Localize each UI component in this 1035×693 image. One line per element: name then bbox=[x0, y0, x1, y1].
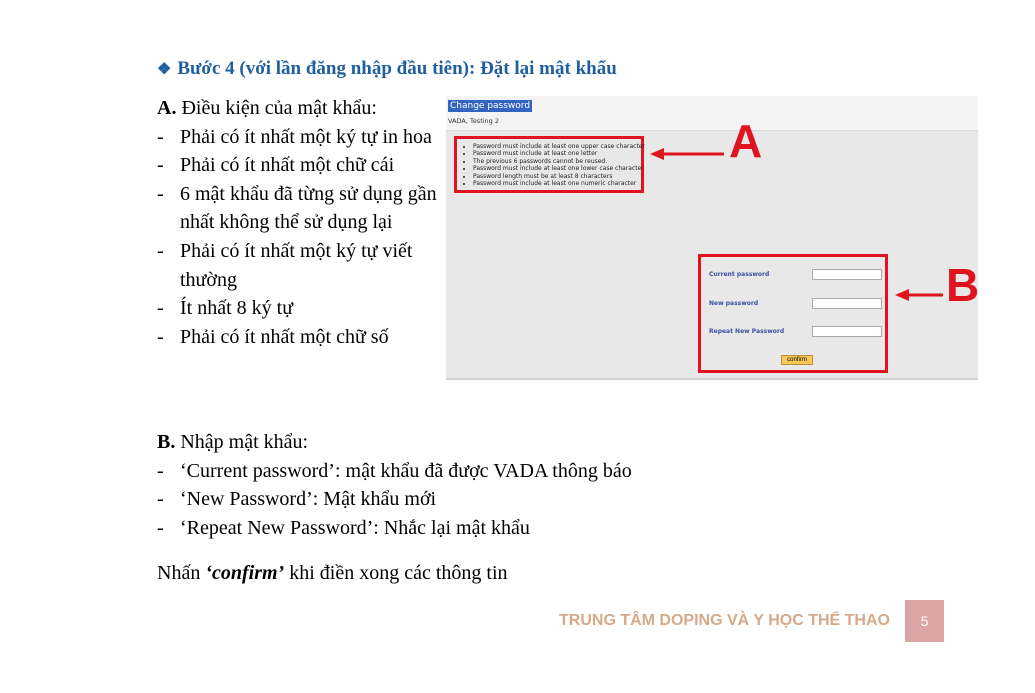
repeat-password-label: Repeat New Password bbox=[709, 328, 785, 335]
section-a: A. Điều kiện của mật khẩu: Phải có ít nh… bbox=[157, 94, 442, 351]
section-a-title-text: Điều kiện của mật khẩu: bbox=[181, 97, 377, 119]
confirm-button[interactable]: confirm bbox=[781, 355, 813, 365]
callout-b: B bbox=[946, 259, 980, 311]
new-password-input[interactable] bbox=[812, 298, 882, 309]
repeat-password-row: Repeat New Password bbox=[709, 326, 885, 338]
list-item: Password must include at least one upper… bbox=[473, 143, 645, 150]
confirm-emphasis: ‘confirm’ bbox=[205, 562, 285, 584]
list-item: Password must include at least one lower… bbox=[473, 165, 645, 172]
screenshot-user: VADA, Testing 2 bbox=[448, 117, 500, 125]
footer-org: TRUNG TÂM DOPING VÀ Y HỌC THỂ THAO bbox=[559, 612, 890, 629]
screenshot-header: Change password VADA, Testing 2 bbox=[446, 96, 978, 131]
new-password-label: New password bbox=[709, 300, 759, 307]
heading-text: Bước 4 (với lần đăng nhập đầu tiên): Đặt… bbox=[177, 58, 617, 79]
callout-a: A bbox=[729, 115, 763, 167]
confirm-instruction: Nhấn ‘confirm’ khi điền xong các thông t… bbox=[157, 559, 508, 587]
list-item: ‘Repeat New Password’: Nhắc lại mật khẩu bbox=[157, 514, 797, 543]
change-password-screenshot: Change password VADA, Testing 2 Password… bbox=[446, 96, 980, 380]
list-item: ‘New Password’: Mật khẩu mới bbox=[157, 485, 797, 514]
section-a-title: A. Điều kiện của mật khẩu: bbox=[157, 94, 442, 123]
repeat-password-input[interactable] bbox=[812, 326, 882, 337]
diamond-bullet-icon: ❖ bbox=[157, 61, 172, 78]
section-b-title-text: Nhập mật khẩu: bbox=[180, 431, 309, 453]
new-password-row: New password bbox=[709, 298, 885, 310]
confirm-suffix: khi điền xong các thông tin bbox=[284, 562, 508, 584]
form-highlight-box: Current password New password Repeat New… bbox=[698, 254, 888, 373]
requirements-highlight-box: Password must include at least one upper… bbox=[454, 136, 645, 193]
current-password-label: Current password bbox=[709, 271, 770, 278]
arrow-a-icon bbox=[650, 148, 724, 160]
slide-heading: ❖ Bước 4 (với lần đăng nhập đầu tiên): Đặ… bbox=[157, 58, 617, 80]
section-b-letter: B. bbox=[157, 431, 176, 453]
list-item: The previous 6 passwords cannot be reuse… bbox=[473, 158, 645, 165]
list-item: Password must include at least one lette… bbox=[473, 150, 645, 157]
list-item: Ít nhất 8 ký tự bbox=[157, 294, 442, 323]
current-password-row: Current password bbox=[709, 269, 885, 281]
screenshot-title: Change password bbox=[448, 100, 533, 112]
arrow-b-icon bbox=[895, 289, 943, 301]
password-conditions-list: Phải có ít nhất một ký tự in hoa Phải có… bbox=[157, 123, 442, 352]
confirm-prefix: Nhấn bbox=[157, 562, 206, 584]
list-item: ‘Current password’: mật khẩu đã được VAD… bbox=[157, 457, 797, 486]
list-item: Phải có ít nhất một chữ số bbox=[157, 323, 442, 352]
list-item: Password length must be at least 8 chara… bbox=[473, 173, 645, 180]
section-b-title: B. Nhập mật khẩu: bbox=[157, 428, 797, 457]
current-password-input[interactable] bbox=[812, 269, 882, 280]
requirements-list: Password must include at least one upper… bbox=[459, 143, 645, 187]
page-number: 5 bbox=[905, 600, 944, 642]
list-item: Phải có ít nhất một ký tự in hoa bbox=[157, 123, 442, 152]
password-input-list: ‘Current password’: mật khẩu đã được VAD… bbox=[157, 457, 797, 543]
list-item: Phải có ít nhất một chữ cái bbox=[157, 151, 442, 180]
list-item: Password must include at least one numer… bbox=[473, 180, 645, 187]
section-b: B. Nhập mật khẩu: ‘Current password’: mậ… bbox=[157, 428, 797, 542]
list-item: Phải có ít nhất một ký tự viết thường bbox=[157, 237, 442, 294]
section-a-letter: A. bbox=[157, 97, 177, 119]
list-item: 6 mật khẩu đã từng sử dụng gần nhất khôn… bbox=[157, 180, 442, 237]
